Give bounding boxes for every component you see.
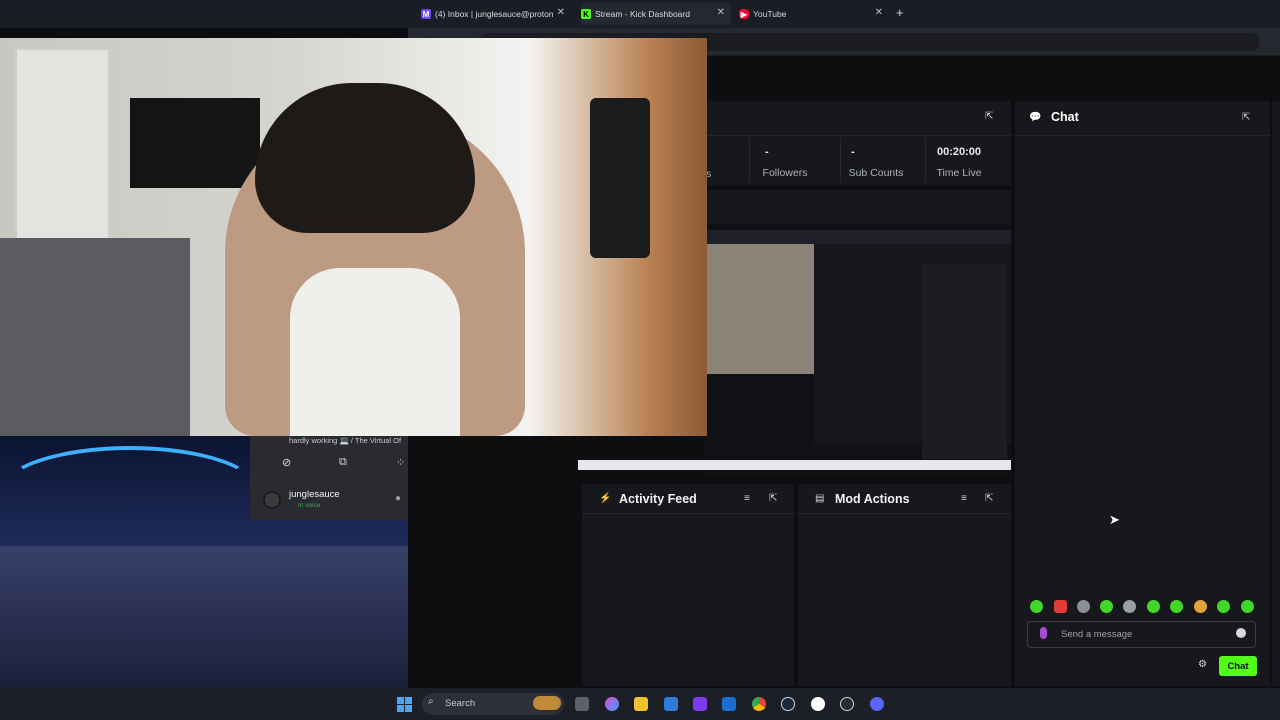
preview-chat: [922, 264, 1007, 459]
chatgpt-icon[interactable]: [811, 697, 825, 711]
tab-kick-dashboard[interactable]: K Stream - Kick Dashboard ✕: [581, 3, 731, 25]
emote-icon[interactable]: [1217, 600, 1230, 613]
proton-pass-icon[interactable]: [693, 697, 707, 711]
obs-icon[interactable]: [840, 697, 854, 711]
followers-label: Followers: [762, 167, 808, 179]
search-icon: ⌕: [428, 696, 434, 707]
preview-browser-strip: [704, 230, 1011, 244]
chat-title: Chat: [1051, 110, 1079, 124]
popout-icon[interactable]: ⇱: [985, 493, 993, 504]
kick-icon: K: [581, 9, 591, 19]
time-live-value: 00:20:00: [936, 146, 982, 158]
discord-voice-status: In voice: [298, 502, 321, 509]
followers-value: -: [765, 146, 769, 158]
tab-label: Stream - Kick Dashboard: [595, 9, 690, 19]
tank-top: [290, 268, 460, 436]
emote-icon[interactable]: [1194, 600, 1207, 613]
close-icon[interactable]: ✕: [557, 7, 565, 18]
stat-sub-counts: - Sub Counts: [831, 146, 921, 179]
emote-icon[interactable]: [1030, 600, 1043, 613]
close-icon[interactable]: ✕: [875, 7, 883, 18]
mod-actions-title: Mod Actions: [835, 492, 910, 506]
tab-proton-inbox[interactable]: M (4) Inbox | junglesauce@proton ✕: [421, 3, 571, 25]
send-chat-button[interactable]: Chat: [1219, 656, 1257, 676]
emote-icon[interactable]: [1123, 600, 1136, 613]
document-icon: ▤: [815, 493, 825, 504]
preview-taskbar: [578, 460, 1011, 470]
microphone-icon[interactable]: [1040, 627, 1047, 639]
emote-icon[interactable]: [1077, 600, 1090, 613]
activity-feed-panel: ⚡ Activity Feed ≡ ⇱: [582, 484, 794, 686]
gear-icon[interactable]: ⚙: [1198, 659, 1207, 670]
filter-icon[interactable]: ≡: [744, 493, 750, 504]
mouse-cursor-icon: ➤: [1109, 512, 1120, 527]
filter-icon[interactable]: ≡: [961, 493, 967, 504]
emote-icon[interactable]: [1100, 600, 1113, 613]
emote-icon[interactable]: [1147, 600, 1160, 613]
popout-icon[interactable]: ⇱: [769, 493, 777, 504]
bed: [0, 238, 190, 436]
screen-share-icon[interactable]: ⧉: [339, 456, 347, 469]
side-panel-edge: [1272, 101, 1280, 686]
emote-icon[interactable]: [1170, 600, 1183, 613]
stat-time-live: 00:20:00 Time Live: [914, 146, 1004, 179]
webcam-overlay: [0, 38, 707, 436]
time-live-label: Time Live: [936, 167, 982, 179]
chat-bubble-icon: 💬: [1029, 112, 1042, 123]
neon-arch: [0, 446, 260, 536]
copilot-icon[interactable]: [605, 697, 619, 711]
task-view-icon[interactable]: [575, 697, 589, 711]
outlook-icon[interactable]: [722, 697, 736, 711]
tv-screen: [130, 98, 260, 188]
subs-label: Sub Counts: [848, 167, 904, 179]
bridge-deck: [0, 546, 408, 688]
discord-username: junglesauce: [289, 489, 340, 500]
tab-youtube[interactable]: ▶ YouTube ✕: [739, 3, 889, 25]
mic-icon[interactable]: ●: [395, 493, 401, 504]
steam-icon[interactable]: [781, 697, 795, 711]
chat-panel: 💬 Chat ⇱: [1015, 101, 1270, 686]
camera-off-icon[interactable]: ⊘: [282, 456, 291, 469]
subs-value: -: [851, 146, 855, 158]
chat-input-placeholder: Send a message: [1061, 629, 1133, 640]
popout-icon[interactable]: ⇱: [985, 111, 993, 122]
search-highlight-icon: [533, 696, 561, 710]
mod-actions-panel: ▤ Mod Actions ≡ ⇱: [798, 484, 1011, 686]
emote-icon[interactable]: [1054, 600, 1067, 613]
emote-icon[interactable]: [1241, 600, 1254, 613]
file-explorer-icon[interactable]: [634, 697, 648, 711]
store-icon[interactable]: [664, 697, 678, 711]
youtube-icon: ▶: [739, 9, 749, 19]
popout-icon[interactable]: ⇱: [1242, 112, 1250, 123]
preview-webcam: [704, 244, 814, 374]
stat-followers: - Followers: [740, 146, 830, 179]
emoji-icon[interactable]: [1236, 628, 1246, 638]
avatar: [263, 491, 281, 509]
discord-status-text: hardly working 💻 / The Virtual Of: [289, 436, 402, 445]
divider: [1015, 135, 1270, 136]
new-tab-button[interactable]: +: [896, 5, 904, 20]
panel-header: ⚡ Activity Feed ≡ ⇱: [582, 484, 794, 514]
apps-icon[interactable]: ⁘: [396, 456, 405, 469]
microphone-arm: [590, 98, 650, 258]
chrome-icon[interactable]: [752, 697, 766, 711]
taskbar-search-placeholder: Search: [445, 698, 476, 709]
discord-icon[interactable]: [870, 697, 884, 711]
stream-preview-header: [704, 190, 1011, 224]
proton-mail-icon: M: [421, 9, 431, 19]
lightning-icon: ⚡: [599, 493, 612, 504]
tab-label: YouTube: [753, 9, 787, 19]
windows-start-icon[interactable]: [397, 697, 412, 712]
panel-header: ▤ Mod Actions ≡ ⇱: [798, 484, 1011, 514]
divider: [704, 135, 1011, 136]
close-icon[interactable]: ✕: [717, 7, 725, 18]
stream-preview: [578, 224, 1011, 474]
tab-label: (4) Inbox | junglesauce@proton: [435, 9, 554, 19]
activity-feed-title: Activity Feed: [619, 492, 697, 506]
